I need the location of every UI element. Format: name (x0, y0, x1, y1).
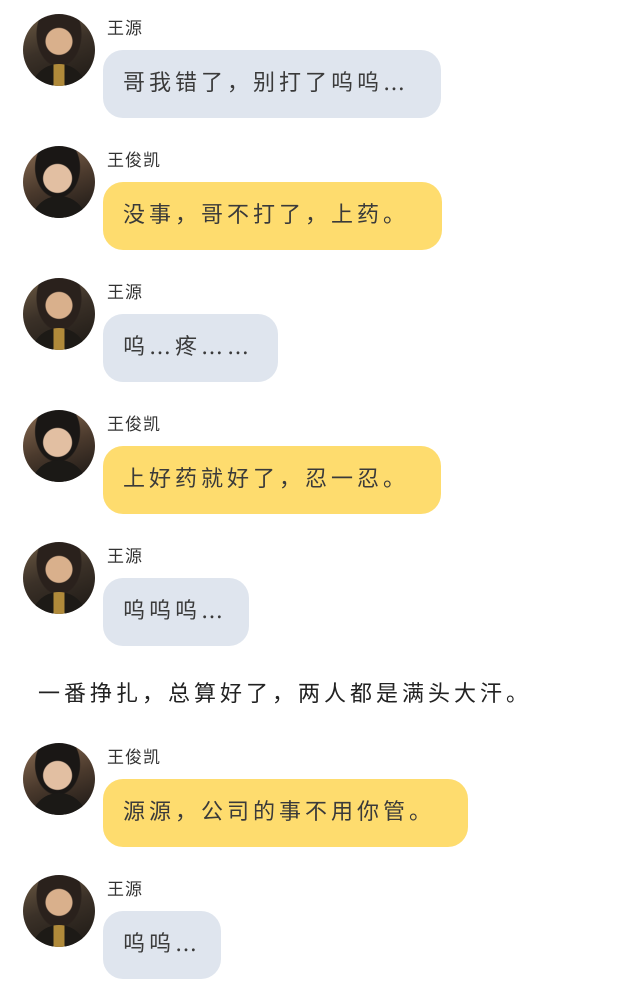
avatar[interactable] (23, 410, 95, 482)
message-bubble[interactable]: 呜呜呜… (103, 578, 249, 646)
sender-name: 王俊凯 (107, 151, 161, 171)
narration-text: 一番挣扎，总算好了，两人都是满头大汗。 (38, 682, 533, 707)
sender-name: 王源 (107, 283, 143, 303)
message-bubble[interactable]: 源源，公司的事不用你管。 (103, 779, 468, 847)
avatar[interactable] (23, 743, 95, 815)
sender-name: 王源 (107, 547, 143, 567)
message-bubble[interactable]: 呜呜… (103, 911, 221, 979)
sender-name: 王俊凯 (107, 748, 161, 768)
sender-name: 王俊凯 (107, 415, 161, 435)
message-bubble[interactable]: 上好药就好了，忍一忍。 (103, 446, 441, 514)
avatar[interactable] (23, 14, 95, 86)
message-bubble[interactable]: 呜…疼…… (103, 314, 278, 382)
message-bubble[interactable]: 没事，哥不打了，上药。 (103, 182, 442, 250)
avatar[interactable] (23, 875, 95, 947)
avatar[interactable] (23, 278, 95, 350)
sender-name: 王源 (107, 880, 143, 900)
avatar[interactable] (23, 146, 95, 218)
sender-name: 王源 (107, 19, 143, 39)
avatar[interactable] (23, 542, 95, 614)
message-bubble[interactable]: 哥我错了，别打了呜呜… (103, 50, 441, 118)
